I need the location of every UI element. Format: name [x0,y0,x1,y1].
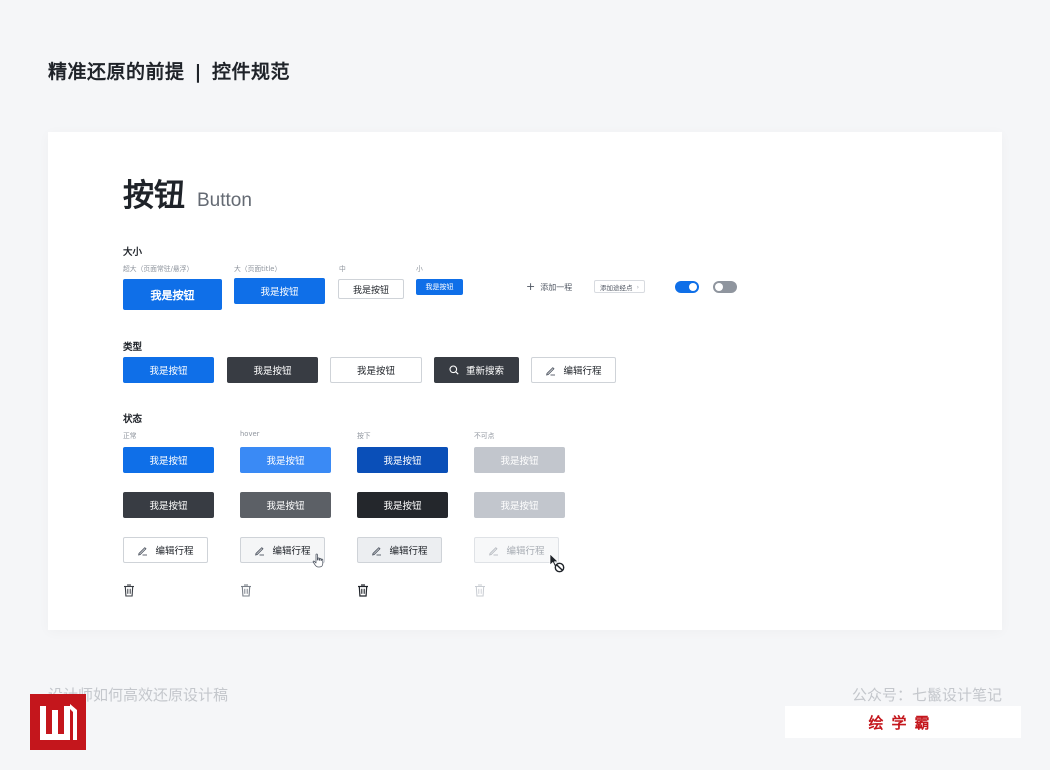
search-icon [449,365,459,375]
button-small[interactable]: 我是按钮 [416,279,463,295]
add-trip-link[interactable]: + 添加一程 [526,280,572,293]
button-large[interactable]: 我是按钮 [234,278,325,304]
toggle-switch-on[interactable] [675,281,699,293]
spec-title: 按钮 Button [123,170,252,215]
button-primary[interactable]: 我是按钮 [123,357,214,383]
state-label-pressed: 按下 [357,432,371,440]
pencil-icon [137,545,148,556]
button-primary-disabled: 我是按钮 [474,447,565,473]
state-section-label: 状态 [123,414,143,425]
brand-name: 绘学霸 [868,713,938,732]
hand-cursor-icon [312,553,325,572]
button-primary-pressed[interactable]: 我是按钮 [357,447,448,473]
brand-watermark: 绘学霸 [785,706,1021,738]
button-spec-content: 按钮 Button 大小 超大（页面常驻/悬浮） 大（页面title） 中 小 我… [123,132,983,630]
toggle-knob [715,283,723,291]
trash-icon[interactable] [240,582,252,597]
button-dark-normal[interactable]: 我是按钮 [123,492,214,518]
size-label-large: 大（页面title） [234,265,282,273]
state-label-disabled: 不可点 [474,432,495,440]
type-section-label: 类型 [123,342,143,353]
footer-account: 公众号：七鬣设计笔记 [851,686,1002,704]
page-heading-right: 控件规范 [211,61,290,83]
button-edit-pressed-label: 编辑行程 [389,546,428,557]
spec-title-en: Button [197,190,252,211]
pencil-icon [371,545,382,556]
size-label-small: 小 [416,265,423,273]
not-allowed-cursor-icon [549,553,565,577]
toggle-switch-off[interactable] [713,281,737,293]
chevron-right-icon: › [636,282,640,291]
page-heading-left: 精准还原的前提 [48,61,185,83]
button-outline[interactable]: 我是按钮 [330,357,422,383]
button-spec-card: 按钮 Button 大小 超大（页面常驻/悬浮） 大（页面title） 中 小 我… [48,132,1002,630]
button-xlarge[interactable]: 我是按钮 [123,279,222,310]
button-dark-hover[interactable]: 我是按钮 [240,492,331,518]
button-edit-normal[interactable]: 编辑行程 [123,537,208,563]
button-edit-normal-label: 编辑行程 [155,546,194,557]
pencil-icon [545,365,556,376]
button-primary-hover[interactable]: 我是按钮 [240,447,331,473]
button-dark-pressed[interactable]: 我是按钮 [357,492,448,518]
button-dark-disabled: 我是按钮 [474,492,565,518]
button-edit-hover-label: 编辑行程 [272,546,311,557]
add-waypoint-label: 添加途经点 [600,283,633,292]
size-label-medium: 中 [339,265,346,273]
button-edit-disabled-label: 编辑行程 [506,546,545,557]
toggle-knob [689,283,697,291]
trash-icon [474,582,486,597]
button-primary-normal[interactable]: 我是按钮 [123,447,214,473]
brand-logo-icon [30,694,86,750]
button-edit-trip-label: 编辑行程 [563,366,602,377]
button-medium[interactable]: 我是按钮 [338,279,404,299]
state-label-hover: hover [240,430,260,438]
add-trip-label: 添加一程 [540,283,573,292]
size-section-label: 大小 [123,247,143,258]
button-search-label: 重新搜索 [465,366,504,377]
button-search[interactable]: 重新搜索 [434,357,519,383]
size-label-xlarge: 超大（页面常驻/悬浮） [123,265,194,273]
trash-icon[interactable] [357,582,369,597]
add-waypoint-tag[interactable]: 添加途经点 › [594,280,646,293]
pencil-icon [488,545,499,556]
spec-title-cn: 按钮 [123,178,185,214]
page-heading-separator: | [194,61,202,83]
page-heading: 精准还原的前提 | 控件规范 [48,57,290,84]
button-edit-disabled: 编辑行程 [474,537,559,563]
button-secondary-dark[interactable]: 我是按钮 [227,357,318,383]
plus-icon: + [526,280,536,293]
button-edit-pressed[interactable]: 编辑行程 [357,537,442,563]
trash-icon[interactable] [123,582,135,597]
state-label-normal: 正常 [123,432,137,440]
pencil-icon [254,545,265,556]
button-edit-trip[interactable]: 编辑行程 [531,357,616,383]
